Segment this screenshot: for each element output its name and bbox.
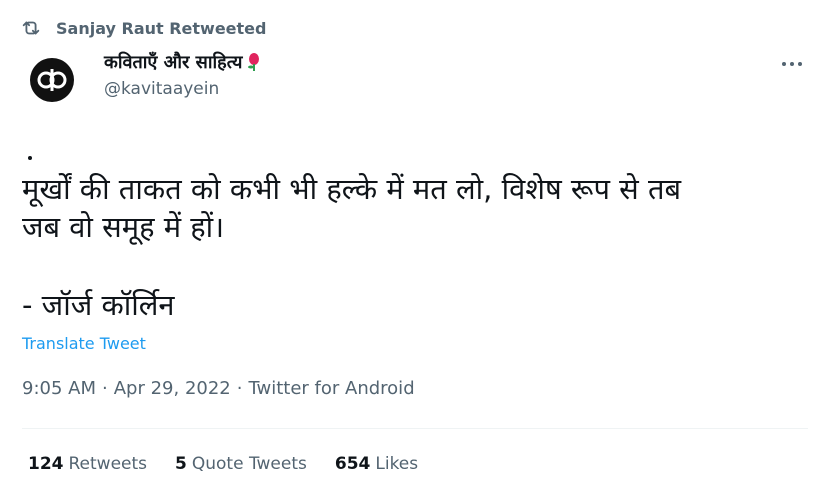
- more-dot-icon: [790, 62, 794, 66]
- tweet-time[interactable]: 9:05 AM: [22, 378, 96, 399]
- translate-tweet-link[interactable]: Translate Tweet: [22, 334, 146, 353]
- rose-icon: [248, 53, 260, 71]
- tweet-metadata: 9:05 AM · Apr 29, 2022 · Twitter for And…: [22, 378, 415, 399]
- divider: [22, 428, 808, 429]
- tweet-stats: 124 Retweets 5 Quote Tweets 654 Likes: [28, 454, 418, 474]
- more-dot-icon: [782, 62, 786, 66]
- tweet-date[interactable]: Apr 29, 2022: [114, 378, 231, 399]
- author-handle[interactable]: @kavitaayein: [104, 79, 219, 99]
- author-name[interactable]: कविताएँ और साहित्य: [104, 50, 262, 74]
- retweet-icon: [22, 21, 40, 35]
- likes-stat[interactable]: 654 Likes: [335, 454, 418, 474]
- more-dot-icon: [798, 62, 802, 66]
- likes-label: Likes: [375, 454, 419, 474]
- text-dot: [28, 156, 32, 160]
- retweet-context[interactable]: Sanjay Raut Retweeted: [20, 16, 266, 40]
- tweet-attribution: - जॉर्ज कॉर्लिन: [22, 288, 175, 322]
- more-options-button[interactable]: [780, 52, 804, 76]
- retweets-count: 124: [28, 454, 64, 474]
- retweets-stat[interactable]: 124 Retweets: [28, 454, 147, 474]
- quotes-label: Quote Tweets: [191, 454, 307, 474]
- likes-count: 654: [334, 454, 371, 474]
- meta-separator: ·: [102, 378, 108, 399]
- cp-logo-icon: [37, 69, 67, 91]
- retweet-label: Sanjay Raut Retweeted: [56, 18, 267, 38]
- avatar-logo: [30, 58, 74, 102]
- meta-separator: ·: [236, 378, 243, 399]
- author-name-text: कविताएँ और साहित्य: [104, 52, 243, 73]
- avatar[interactable]: [24, 52, 80, 108]
- quotes-count: 5: [175, 454, 187, 474]
- quote-tweets-stat[interactable]: 5 Quote Tweets: [175, 454, 307, 474]
- tweet-text: मूर्खों की ताकत को कभी भी हल्के में मत ल…: [22, 172, 682, 244]
- tweet-source[interactable]: Twitter for Android: [249, 378, 415, 399]
- retweets-label: Retweets: [68, 454, 148, 474]
